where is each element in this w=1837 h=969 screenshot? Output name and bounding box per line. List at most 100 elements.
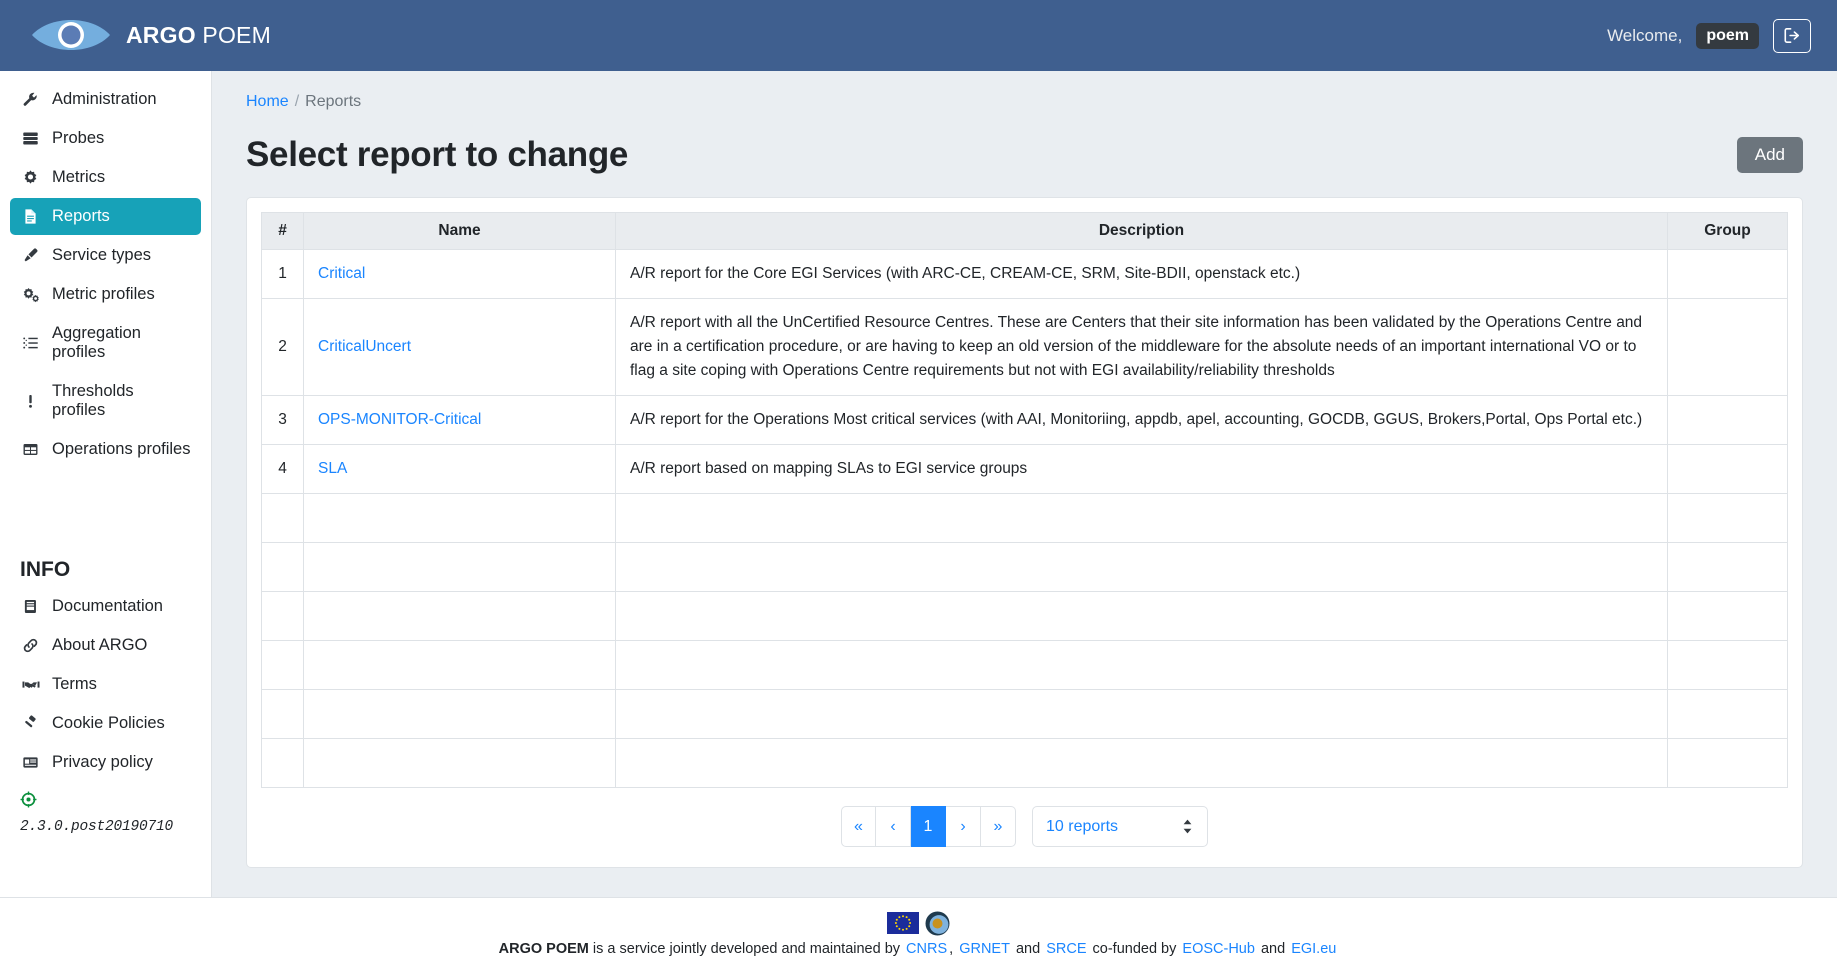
wrench-icon bbox=[20, 91, 41, 108]
sidebar-item-metric-profiles[interactable]: Metric profiles bbox=[10, 276, 201, 313]
cell-num: 3 bbox=[261, 395, 304, 446]
cell-num bbox=[261, 738, 304, 789]
pagination-page-1[interactable]: 1 bbox=[911, 806, 946, 848]
sidebar-item-label: Probes bbox=[52, 129, 105, 147]
table-row: 1 Critical A/R report for the Core EGI Ser… bbox=[261, 248, 1788, 300]
brand[interactable]: ARGO POEM bbox=[30, 13, 271, 59]
sidebar-item-reports[interactable]: Reports bbox=[10, 198, 201, 235]
reports-card: # Name Description Group 1 Critical A/R re… bbox=[246, 197, 1803, 869]
version-block: 2.3.0.post20190710 bbox=[0, 783, 211, 835]
sidebar-item-label: Thresholds profiles bbox=[52, 382, 134, 419]
sidebar-item-label: Metrics bbox=[52, 168, 106, 186]
cell-group bbox=[1667, 395, 1788, 446]
breadcrumb-separator: / bbox=[294, 93, 300, 110]
footer-link-cnrs[interactable]: CNRS bbox=[906, 941, 947, 957]
cell-num bbox=[261, 493, 304, 544]
sidebar-item-privacy-policy[interactable]: Privacy policy bbox=[10, 744, 201, 781]
cell-name: Critical bbox=[303, 248, 616, 300]
sidebar-item-label: Reports bbox=[52, 207, 110, 225]
main-content: Home / Reports Select report to change Add… bbox=[212, 71, 1837, 897]
cell-description: A/R report for the Core EGI Services (wi… bbox=[615, 248, 1668, 300]
cell-num bbox=[261, 640, 304, 691]
cell-name bbox=[303, 738, 616, 789]
sidebar-item-about-argo[interactable]: About ARGO bbox=[10, 627, 201, 664]
sidebar-item-terms[interactable]: Terms bbox=[10, 666, 201, 703]
table-head: # Name Description Group bbox=[261, 212, 1788, 250]
sidebar-item-service-types[interactable]: Service types bbox=[10, 237, 201, 274]
cell-name bbox=[303, 493, 616, 544]
report-link[interactable]: CriticalUncert bbox=[318, 338, 411, 355]
cell-group bbox=[1667, 738, 1788, 789]
link-icon bbox=[20, 637, 41, 654]
sidebar-item-metrics[interactable]: Metrics bbox=[10, 159, 201, 196]
column-header-description: Description bbox=[615, 212, 1668, 250]
sidebar-item-label: Metric profiles bbox=[52, 285, 155, 303]
sidebar-item-operations-profiles[interactable]: Operations profiles bbox=[10, 431, 201, 468]
brand-strong: ARGO bbox=[126, 22, 196, 48]
footer-text: ARGO POEM is a service jointly developed… bbox=[499, 941, 1339, 957]
info-heading: INFO bbox=[20, 558, 71, 581]
sidebar-item-label: Cookie Policies bbox=[52, 714, 165, 732]
cell-num bbox=[261, 542, 304, 593]
logout-button[interactable] bbox=[1773, 18, 1811, 53]
sidebar-item-documentation[interactable]: Documentation bbox=[10, 588, 201, 625]
breadcrumb-current: Reports bbox=[305, 93, 362, 110]
eu-flag-icon bbox=[887, 912, 919, 934]
breadcrumb-home-link[interactable]: Home bbox=[246, 93, 289, 110]
sidebar-item-probes[interactable]: Probes bbox=[10, 120, 201, 157]
cell-group bbox=[1667, 640, 1788, 691]
sidebar-info-nav: Documentation About ARGO Terms Cookie Po… bbox=[0, 588, 211, 781]
cell-num bbox=[261, 591, 304, 642]
table-header-row: # Name Description Group bbox=[261, 212, 1788, 250]
pagination-last[interactable]: » bbox=[981, 806, 1016, 848]
add-button[interactable]: Add bbox=[1736, 137, 1803, 173]
report-link[interactable]: Critical bbox=[318, 265, 365, 282]
cell-description: A/R report based on mapping SLAs to EGI … bbox=[615, 444, 1668, 495]
pagination-row: « ‹ 1 › » 10 reports bbox=[261, 806, 1788, 848]
page-size-select[interactable]: 10 reports bbox=[1032, 806, 1208, 848]
cell-num: 4 bbox=[261, 444, 304, 495]
table-row: 4 SLA A/R report based on mapping SLAs to … bbox=[261, 444, 1788, 495]
cell-description bbox=[615, 640, 1668, 691]
sidebar-item-label: Aggregation profiles bbox=[52, 324, 141, 361]
pagination-first[interactable]: « bbox=[841, 806, 876, 848]
cell-name: CriticalUncert bbox=[303, 298, 616, 397]
welcome-label: Welcome, bbox=[1607, 25, 1683, 45]
body-wrap: Administration Probes Metrics Reports Se… bbox=[0, 71, 1837, 897]
argo-logo-icon bbox=[925, 911, 950, 935]
table-row-empty bbox=[261, 493, 1788, 544]
gavel-icon bbox=[20, 715, 41, 732]
table-row-empty bbox=[261, 738, 1788, 789]
sidebar-item-administration[interactable]: Administration bbox=[10, 81, 201, 118]
sidebar-item-thresholds-profiles[interactable]: Thresholds profiles bbox=[10, 373, 201, 429]
pagination-next[interactable]: › bbox=[946, 806, 981, 848]
column-header-num: # bbox=[261, 212, 304, 250]
book-icon bbox=[20, 598, 41, 615]
cell-group bbox=[1667, 444, 1788, 495]
sidebar-item-cookie-policies[interactable]: Cookie Policies bbox=[10, 705, 201, 742]
sidebar-item-label: About ARGO bbox=[52, 636, 148, 654]
username-badge: poem bbox=[1696, 22, 1759, 49]
column-header-group: Group bbox=[1667, 212, 1788, 250]
footer-link-egi[interactable]: EGI.eu bbox=[1291, 941, 1336, 957]
report-link[interactable]: OPS-MONITOR-Critical bbox=[318, 411, 481, 428]
pagination-prev[interactable]: ‹ bbox=[876, 806, 911, 848]
report-link[interactable]: SLA bbox=[318, 460, 347, 477]
footer: ARGO POEM is a service jointly developed… bbox=[0, 897, 1837, 969]
exclamation-icon bbox=[20, 393, 41, 410]
pagination: « ‹ 1 › » bbox=[841, 806, 1016, 848]
footer-link-eosc-hub[interactable]: EOSC-Hub bbox=[1182, 941, 1255, 957]
server-icon bbox=[20, 130, 41, 147]
cell-name: SLA bbox=[303, 444, 616, 495]
footer-link-grnet[interactable]: GRNET bbox=[959, 941, 1010, 957]
cell-num: 1 bbox=[261, 248, 304, 300]
highlighter-icon bbox=[20, 247, 41, 264]
handshake-icon bbox=[20, 676, 41, 693]
footer-link-srce[interactable]: SRCE bbox=[1046, 941, 1086, 957]
version-text: 2.3.0.post20190710 bbox=[20, 819, 174, 835]
reports-table: # Name Description Group 1 Critical A/R re… bbox=[261, 212, 1788, 789]
cell-description: A/R report with all the UnCertified Reso… bbox=[615, 298, 1668, 397]
footer-text-5: and bbox=[1256, 940, 1290, 957]
sidebar-item-aggregation-profiles[interactable]: Aggregation profiles bbox=[10, 315, 201, 371]
cogs-icon bbox=[20, 286, 41, 303]
